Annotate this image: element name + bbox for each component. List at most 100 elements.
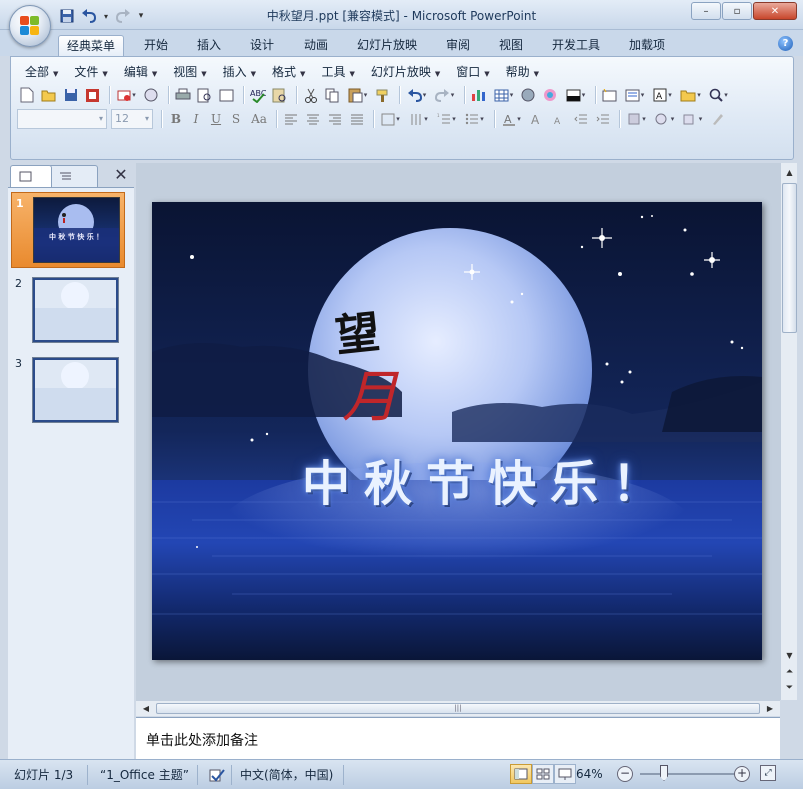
scroll-left-icon[interactable]: ◀ (138, 701, 154, 716)
justify-icon[interactable] (347, 110, 366, 129)
tab-animation[interactable]: 动画 (296, 35, 336, 56)
font-color-icon[interactable]: A (499, 110, 524, 129)
shrink-font-icon[interactable]: A (549, 110, 568, 129)
print-icon[interactable] (173, 86, 192, 105)
menu-tools[interactable]: 工具 ▼ (313, 62, 362, 82)
text-direction-icon[interactable] (406, 110, 431, 129)
slide-thumbnail-1[interactable]: 1 中 秋 节 快 乐 ！ (11, 192, 125, 268)
shapes-icon[interactable] (652, 110, 677, 129)
arrange-icon[interactable] (680, 110, 705, 129)
insert-picture-icon[interactable] (519, 86, 538, 105)
tab-outline[interactable] (48, 165, 98, 187)
next-slide-icon[interactable]: ⏷ (782, 680, 797, 696)
format-painter-icon[interactable] (373, 86, 392, 105)
menu-slideshow[interactable]: 幻灯片放映 ▼ (363, 62, 448, 82)
redo-icon[interactable] (432, 86, 457, 105)
maximize-button[interactable]: ▫ (722, 2, 752, 20)
slide-layout-icon[interactable] (563, 86, 588, 105)
slide-title-yue[interactable]: 月 (342, 352, 398, 433)
font-size-combo[interactable]: 12 (111, 109, 153, 129)
tab-review[interactable]: 审阅 (438, 35, 478, 56)
zoom-slider-thumb[interactable] (660, 765, 668, 781)
shape-fill-icon[interactable] (624, 110, 649, 129)
insert-chart-icon[interactable] (469, 86, 488, 105)
menu-insert[interactable]: 插入 ▼ (215, 62, 264, 82)
vertical-scrollbar[interactable]: ▲ ▼ ⏶ ⏷ (780, 163, 797, 700)
previous-slide-icon[interactable]: ⏶ (782, 664, 797, 680)
zoom-out-icon[interactable]: − (617, 766, 633, 782)
slide-design-icon[interactable] (622, 86, 647, 105)
color-grayscale-icon[interactable] (541, 86, 560, 105)
tab-insert[interactable]: 插入 (189, 35, 229, 56)
tab-view[interactable]: 视图 (491, 35, 531, 56)
permission-icon[interactable] (83, 86, 102, 105)
tab-slideshow[interactable]: 幻灯片放映 (349, 35, 425, 56)
research-icon[interactable] (270, 86, 289, 105)
menu-all[interactable]: 全部 ▼ (17, 62, 66, 82)
close-pane-icon[interactable]: ✕ (112, 166, 130, 184)
menu-file[interactable]: 文件 ▼ (66, 62, 115, 82)
copy-icon[interactable] (323, 86, 342, 105)
notes-pane[interactable]: 单击此处添加备注 (136, 717, 780, 759)
email-icon[interactable] (114, 86, 139, 105)
italic-button[interactable]: I (186, 109, 206, 129)
zoom-search-icon[interactable] (706, 86, 731, 105)
slide-thumbnail-2[interactable]: 2 (11, 273, 125, 349)
slideshow-view-button[interactable] (554, 764, 576, 784)
grow-font-icon[interactable]: A (527, 110, 546, 129)
undo-icon[interactable] (404, 86, 429, 105)
close-button[interactable]: ✕ (753, 2, 797, 20)
tab-addins[interactable]: 加载项 (621, 35, 673, 56)
language-indicator[interactable]: 中文(简体，中国) (234, 765, 344, 785)
notes-placeholder[interactable]: 单击此处添加备注 (146, 730, 258, 750)
tab-classic-menu[interactable]: 经典菜单 (58, 35, 125, 56)
scroll-up-icon[interactable]: ▲ (782, 165, 797, 181)
new-slide-icon[interactable] (600, 86, 619, 105)
align-left-icon[interactable] (281, 110, 300, 129)
text-box-icon[interactable]: A (650, 86, 675, 105)
decrease-indent-icon[interactable] (571, 110, 590, 129)
underline-button[interactable]: U (206, 109, 226, 129)
quick-styles-icon[interactable] (708, 110, 727, 129)
slide-sorter-button[interactable] (532, 764, 554, 784)
scroll-down-icon[interactable]: ▼ (782, 648, 797, 664)
zoom-level[interactable]: 64% (576, 764, 603, 784)
office-button[interactable] (9, 5, 51, 47)
menu-window[interactable]: 窗口 ▼ (448, 62, 497, 82)
align-center-icon[interactable] (303, 110, 322, 129)
columns-icon[interactable] (378, 110, 403, 129)
insert-folder-icon[interactable] (678, 86, 703, 105)
minimize-button[interactable]: – (691, 2, 721, 20)
bullets-icon[interactable] (462, 110, 487, 129)
vertical-scroll-thumb[interactable] (782, 183, 797, 333)
new-document-icon[interactable] (17, 86, 36, 105)
horizontal-scroll-thumb[interactable]: ||| (156, 703, 760, 714)
slide-greeting-text[interactable]: 中秋节快乐！ (302, 444, 674, 514)
insert-table-icon[interactable] (491, 86, 516, 105)
paste-icon[interactable] (345, 86, 370, 105)
menu-view[interactable]: 视图 ▼ (165, 62, 214, 82)
bold-button[interactable]: B (166, 109, 186, 129)
open-folder-icon[interactable] (39, 86, 58, 105)
horizontal-scrollbar[interactable]: ◀ ||| ▶ (136, 700, 780, 716)
tab-home[interactable]: 开始 (136, 35, 176, 56)
numbering-icon[interactable]: 1 (434, 110, 459, 129)
current-slide[interactable]: 望 月 中秋节快乐！ (152, 202, 762, 660)
fit-to-window-icon[interactable]: ⤢ (760, 765, 776, 781)
tab-design[interactable]: 设计 (242, 35, 282, 56)
menu-help[interactable]: 帮助 ▼ (498, 62, 547, 82)
zoom-in-icon[interactable]: + (734, 766, 750, 782)
font-name-combo[interactable] (17, 109, 107, 129)
scroll-right-icon[interactable]: ▶ (762, 701, 778, 716)
tab-slides[interactable] (10, 165, 52, 187)
publish-icon[interactable] (142, 86, 161, 105)
cut-icon[interactable] (301, 86, 320, 105)
increase-indent-icon[interactable] (593, 110, 612, 129)
save-icon[interactable] (61, 86, 80, 105)
change-case-button[interactable]: Aa (246, 109, 272, 129)
slide-view-icon[interactable] (217, 86, 236, 105)
spell-check-icon[interactable] (204, 765, 232, 785)
tab-developer[interactable]: 开发工具 (544, 35, 608, 56)
align-right-icon[interactable] (325, 110, 344, 129)
zoom-slider-track[interactable] (640, 773, 736, 775)
